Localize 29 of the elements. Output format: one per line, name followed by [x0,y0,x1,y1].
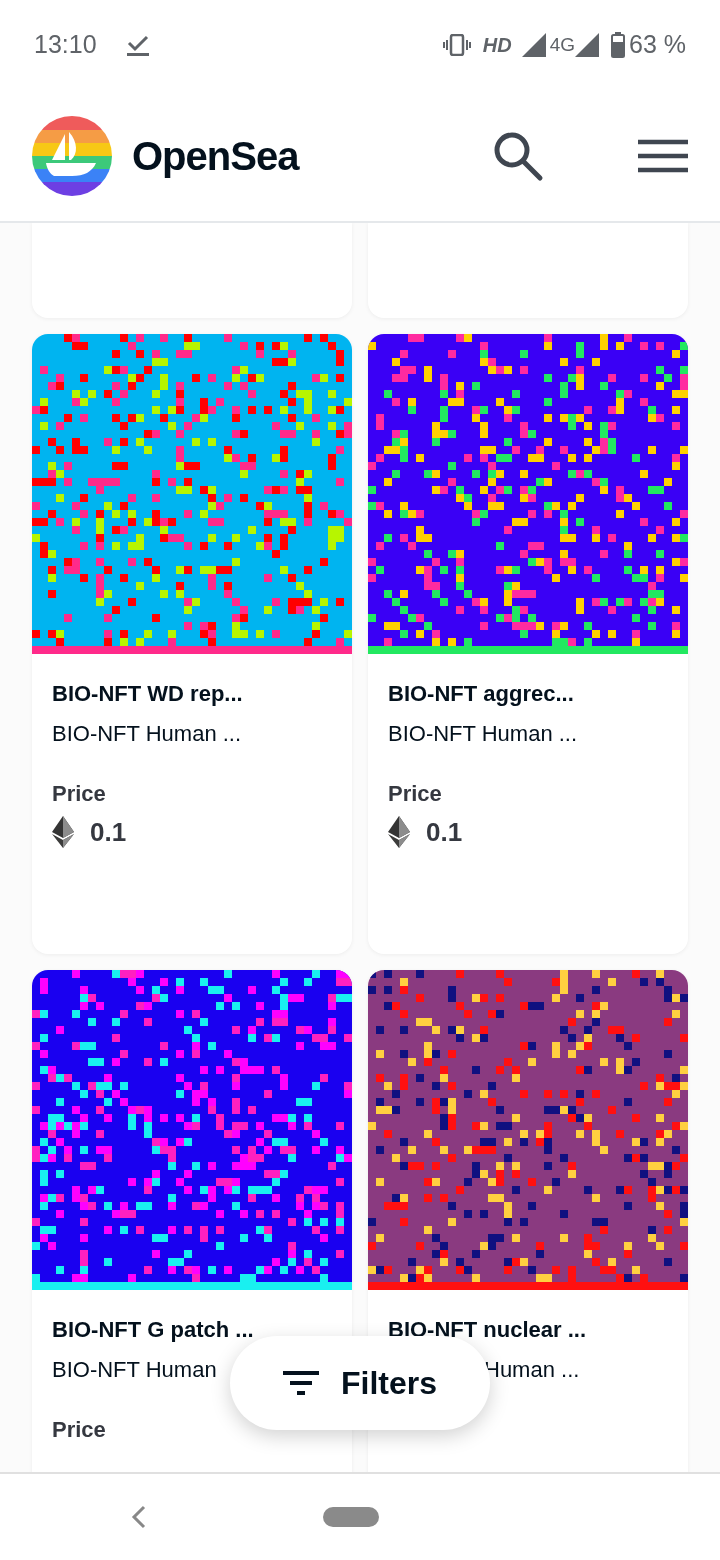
nft-title: BIO-NFT aggrec... [388,680,575,708]
price-label: Price [52,1416,107,1444]
menu-icon[interactable] [638,138,688,173]
nft-card[interactable]: BIO-NFT WD rep... BIO-NFT Human ... Price 0.1 [32,334,352,954]
network-label: HD [482,33,512,58]
download-done-icon [126,33,149,57]
signal-icon [575,33,599,57]
brand-title[interactable]: OpenSea [132,125,299,186]
price-value: 0.1 [426,816,463,848]
signal-icon [521,33,546,57]
status-time: 13:10 [34,29,97,61]
filter-icon [283,1370,319,1396]
network-type-label: 4G [549,32,575,57]
battery-icon [611,32,625,58]
price-value: 0.1 [90,816,127,848]
price-label: Price [388,780,443,808]
collection-name: BIO-NFT Human [52,1356,217,1384]
home-handle[interactable] [323,1507,379,1527]
price-label: Price [52,780,107,808]
collection-name: BIO-NFT Human ... [388,720,578,748]
sailboat-logo-icon[interactable] [32,115,112,196]
vibrate-icon [442,34,471,56]
nft-card[interactable]: BIO-NFT aggrec... BIO-NFT Human ... Price 0.1 [368,334,688,954]
back-icon[interactable] [131,1505,147,1529]
ethereum-icon [388,816,410,848]
nft-title: BIO-NFT WD rep... [52,680,244,708]
ethereum-icon [52,816,74,848]
battery-percent: 63 % [629,29,686,61]
collection-name: BIO-NFT Human ... [52,720,242,748]
